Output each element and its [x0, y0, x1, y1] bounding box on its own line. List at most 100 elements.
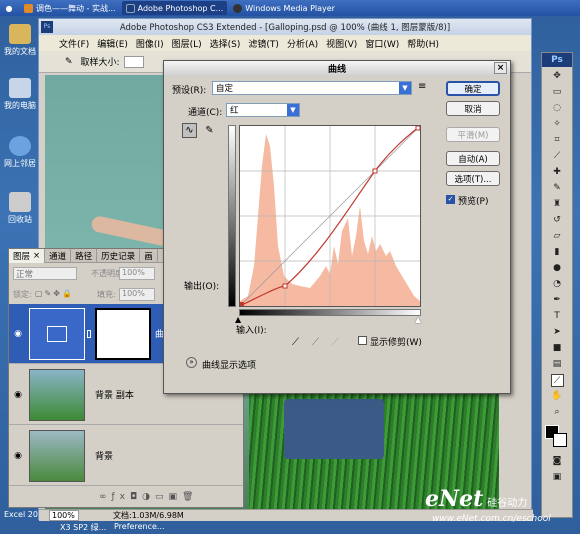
- zoom-tool-icon[interactable]: ⌕: [551, 406, 564, 419]
- tab-paths[interactable]: 路径: [71, 249, 98, 263]
- photoshop-icon: [125, 3, 135, 13]
- screen-mode-icon[interactable]: ▣: [551, 471, 564, 484]
- channel-select[interactable]: 红 ▼: [226, 103, 300, 117]
- fill-label: 填充:: [97, 290, 116, 299]
- auto-button[interactable]: 自动(A): [446, 151, 500, 166]
- healing-brush-icon[interactable]: ✚: [551, 166, 564, 179]
- photoshop-menu-bar: 文件(F) 编辑(E) 图像(I) 图层(L) 选择(S) 滤镜(T) 分析(A…: [39, 35, 531, 51]
- type-tool-icon[interactable]: T: [551, 310, 564, 323]
- menu-window[interactable]: 窗口(W): [361, 37, 403, 50]
- close-icon[interactable]: ×: [494, 62, 507, 74]
- chevron-down-icon: ▼: [287, 104, 299, 116]
- eyedropper-tool-icon[interactable]: ✎: [65, 57, 73, 67]
- layer-row-background[interactable]: ◉ 背景: [9, 426, 243, 486]
- fill-field[interactable]: 100%: [119, 288, 155, 301]
- preset-options-icon[interactable]: ≡: [418, 81, 426, 92]
- path-select-tool-icon[interactable]: ➤: [551, 326, 564, 339]
- eraser-tool-icon[interactable]: ▱: [551, 230, 564, 243]
- tab-layers[interactable]: 图层 ×: [9, 249, 46, 263]
- gray-eyedropper-icon[interactable]: ⟋: [312, 337, 319, 348]
- zoom-field[interactable]: 100%: [49, 510, 79, 521]
- menu-filter[interactable]: 滤镜(T): [244, 37, 283, 50]
- white-point-slider[interactable]: ▲: [415, 315, 421, 324]
- desktop-icon-recycle-bin[interactable]: 回收站: [0, 192, 40, 225]
- eyedropper-tool-icon-active[interactable]: ⟋: [550, 374, 564, 387]
- taskbar-item-browser[interactable]: 调色——舞动 - 实战...: [20, 1, 120, 15]
- menu-image[interactable]: 图像(I): [132, 37, 168, 50]
- history-brush-icon[interactable]: ↺: [551, 214, 564, 227]
- menu-view[interactable]: 视图(V): [322, 37, 361, 50]
- quick-mask-icon[interactable]: ◙: [551, 455, 564, 468]
- white-eyedropper-icon[interactable]: ⟋: [332, 337, 339, 348]
- layer-name: 背景: [95, 452, 114, 462]
- shape-tool-icon[interactable]: ■: [551, 342, 564, 355]
- blend-mode-select[interactable]: 正常: [13, 267, 77, 280]
- lock-icons[interactable]: ▢✎✥🔒: [35, 289, 74, 298]
- brush-tool-icon[interactable]: ✎: [551, 182, 564, 195]
- visibility-eye-icon[interactable]: ◉: [9, 390, 27, 400]
- gradient-tool-icon[interactable]: ▮: [551, 246, 564, 259]
- marquee-tool-icon[interactable]: ▭: [551, 86, 564, 99]
- menu-edit[interactable]: 编辑(E): [93, 37, 132, 50]
- photoshop-app-icon: Ps: [41, 21, 53, 33]
- show-clipping-checkbox[interactable]: [358, 336, 367, 345]
- visibility-eye-icon[interactable]: ◉: [9, 451, 27, 461]
- notes-tool-icon[interactable]: ▤: [551, 358, 564, 371]
- desktop-icon-network[interactable]: 网上邻居: [0, 136, 40, 169]
- enet-logo: eNet 硅谷动力: [425, 486, 528, 512]
- options-button[interactable]: 选项(T)...: [446, 171, 500, 186]
- menu-layer[interactable]: 图层(L): [168, 37, 206, 50]
- tab-close-icon[interactable]: ×: [33, 251, 40, 261]
- curves-graph[interactable]: [239, 125, 421, 307]
- curve-point[interactable]: [415, 125, 421, 131]
- opacity-field[interactable]: 100%: [119, 267, 155, 280]
- curve-point[interactable]: [282, 283, 288, 289]
- tab-brushes[interactable]: 画: [140, 249, 158, 263]
- menu-file[interactable]: 文件(F): [55, 37, 93, 50]
- pen-tool-icon[interactable]: ✒: [551, 294, 564, 307]
- tab-channels[interactable]: 通道: [45, 249, 72, 263]
- crop-tool-icon[interactable]: ⌗: [551, 134, 564, 147]
- sample-size-select[interactable]: [123, 55, 144, 68]
- apple-menu-icon[interactable]: ●: [0, 1, 18, 15]
- slice-tool-icon[interactable]: ⟋: [551, 150, 564, 163]
- desktop-icon-documents[interactable]: 我的文档: [0, 24, 40, 57]
- desktop-icon-computer[interactable]: 我的电脑: [0, 78, 40, 111]
- curve-point[interactable]: [240, 302, 244, 306]
- magic-wand-tool-icon[interactable]: ✧: [551, 118, 564, 131]
- desktop-task-1[interactable]: X3 SP2 绿...: [60, 522, 106, 533]
- layers-bottom-buttons[interactable]: ∞ƒx◘◑▭▣🗑: [99, 492, 198, 502]
- curves-title-bar: 曲线 ×: [164, 61, 510, 76]
- taskbar-item-media-player[interactable]: Windows Media Player: [229, 1, 339, 15]
- visibility-eye-icon[interactable]: ◉: [9, 329, 27, 339]
- preview-checkbox[interactable]: ✓: [446, 195, 455, 204]
- hand-tool-icon[interactable]: ✋: [551, 390, 564, 403]
- background-color[interactable]: [553, 433, 567, 447]
- chain-link-icon[interactable]: [87, 329, 91, 338]
- curve-point[interactable]: [372, 168, 378, 174]
- channel-label: 通道(C):: [188, 108, 223, 118]
- taskbar-item-photoshop[interactable]: Adobe Photoshop C...: [121, 1, 228, 15]
- stamp-tool-icon[interactable]: ♜: [551, 198, 564, 211]
- dodge-tool-icon[interactable]: ◔: [551, 278, 564, 291]
- ok-button[interactable]: 确定: [446, 81, 500, 96]
- preset-select[interactable]: 自定 ▼: [212, 81, 412, 95]
- desktop-task-2[interactable]: Preference...: [114, 522, 165, 531]
- chevron-down-icon[interactable]: »: [186, 357, 197, 368]
- curve-options-label[interactable]: 曲线显示选项: [202, 358, 256, 371]
- menu-help[interactable]: 帮助(H): [403, 37, 443, 50]
- color-swatches[interactable]: [545, 425, 569, 449]
- cancel-button[interactable]: 取消: [446, 101, 500, 116]
- curves-graph-svg: [239, 125, 421, 307]
- black-eyedropper-icon[interactable]: ⟋: [292, 337, 299, 348]
- recycle-bin-icon: [9, 192, 31, 212]
- pencil-tool-icon[interactable]: ✎: [202, 123, 217, 138]
- blur-tool-icon[interactable]: ●: [551, 262, 564, 275]
- menu-analysis[interactable]: 分析(A): [283, 37, 322, 50]
- menu-select[interactable]: 选择(S): [206, 37, 245, 50]
- lasso-tool-icon[interactable]: ◌: [551, 102, 564, 115]
- tab-history[interactable]: 历史记录: [97, 249, 141, 263]
- layer-mask-thumbnail[interactable]: [95, 307, 151, 360]
- move-tool-icon[interactable]: ✥: [551, 70, 564, 83]
- curve-tool-icon[interactable]: ∿: [182, 123, 197, 138]
